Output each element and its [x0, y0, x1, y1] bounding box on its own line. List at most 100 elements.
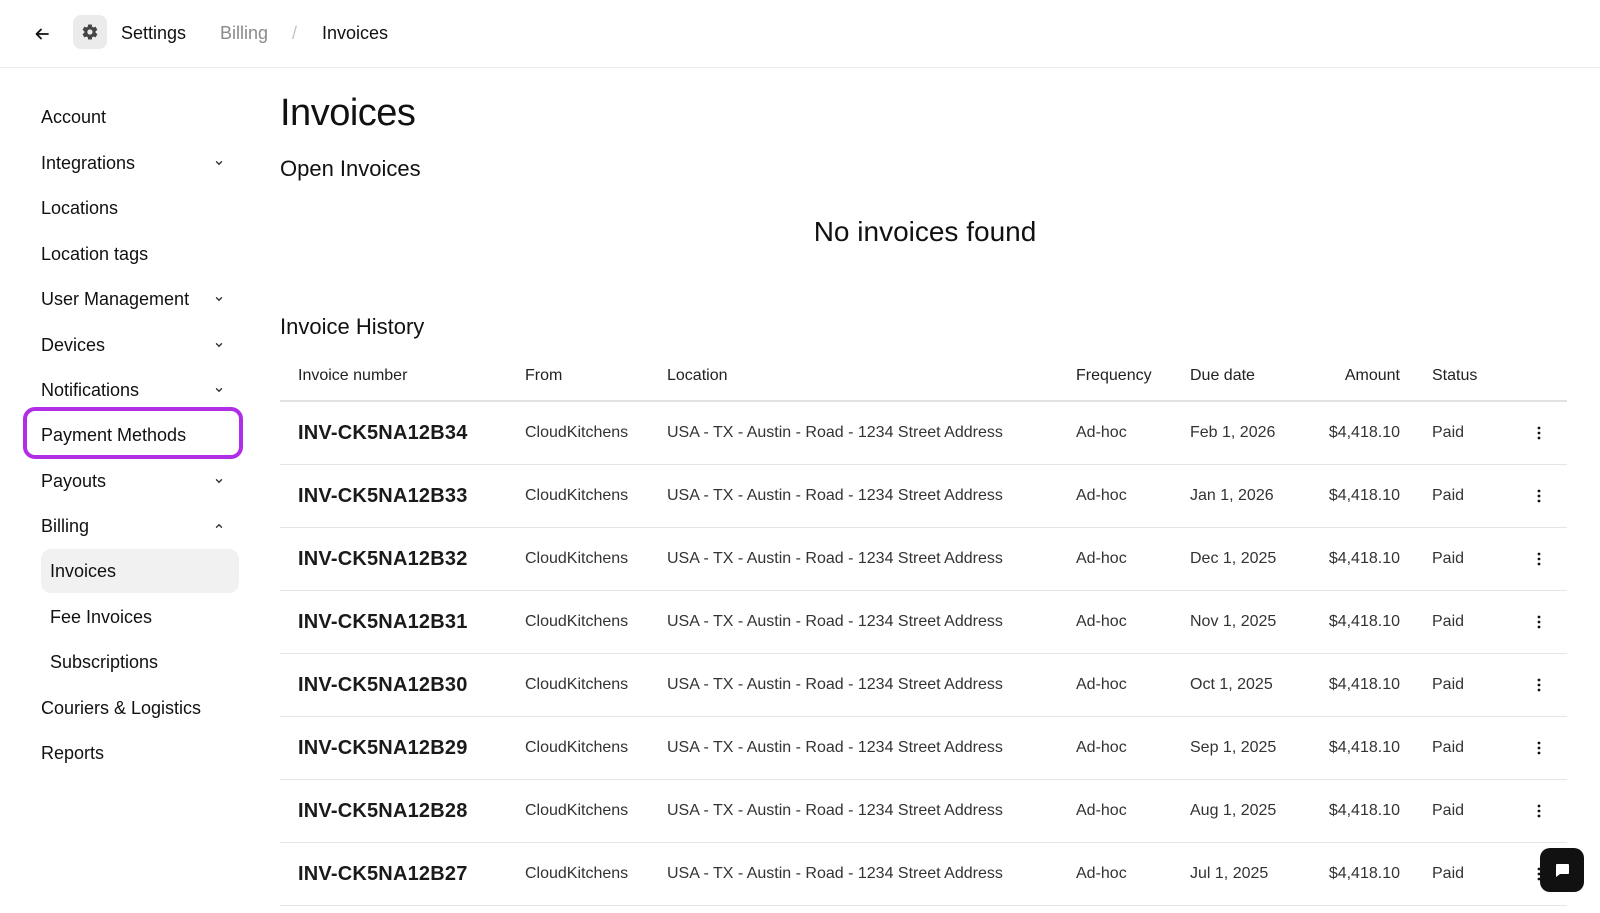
breadcrumb-settings: Settings	[121, 23, 187, 43]
open-invoices-title: Open Invoices	[280, 156, 421, 181]
chevron-up-icon	[213, 520, 225, 532]
row-menu-button[interactable]	[1527, 546, 1551, 572]
status-cell: Paid	[1432, 613, 1465, 630]
sidebar-item-user-management[interactable]: User Management	[41, 280, 239, 318]
table-row[interactable]: INV-CK5NA12B28 CloudKitchens USA - TX - Au…	[280, 780, 1567, 843]
sidebar-item-account[interactable]: Account	[41, 98, 239, 136]
amount-cell: $4,418.10	[1328, 487, 1400, 504]
location-cell: USA - TX - Austin - Road - 1234 Street A…	[667, 739, 1003, 756]
sidebar-item-label: Invoices	[50, 560, 117, 581]
sidebar-item-locations[interactable]: Locations	[41, 189, 239, 227]
arrow-left-icon	[35, 28, 49, 40]
from-cell: CloudKitchens	[525, 487, 629, 504]
breadcrumb-current: Invoices	[322, 23, 389, 43]
sidebar-item-payouts[interactable]: Payouts	[41, 462, 239, 500]
amount-cell: $4,418.10	[1328, 802, 1400, 819]
from-cell: CloudKitchens	[525, 739, 629, 756]
chevron-down-icon	[213, 384, 225, 396]
table-row[interactable]: INV-CK5NA12B32 CloudKitchens USA - TX - Au…	[280, 528, 1567, 591]
row-menu-button[interactable]	[1527, 483, 1551, 509]
more-vertical-icon	[1537, 741, 1541, 755]
row-menu-button[interactable]	[1527, 735, 1551, 761]
table-row[interactable]: INV-CK5NA12B34 CloudKitchens USA - TX - Au…	[280, 402, 1567, 465]
breadcrumb-billing-link[interactable]: Billing	[220, 21, 268, 45]
table-row[interactable]: INV-CK5NA12B29 CloudKitchens USA - TX - Au…	[280, 717, 1567, 780]
main-content: Invoices Open Invoices No invoices found…	[280, 68, 1570, 913]
open-invoices-empty-state: No invoices found	[813, 216, 1037, 247]
chat-button[interactable]	[1540, 848, 1584, 892]
table-row[interactable]: INV-CK5NA12B30 CloudKitchens USA - TX - Au…	[280, 654, 1567, 717]
row-menu-button[interactable]	[1527, 798, 1551, 824]
more-vertical-icon	[1537, 426, 1541, 440]
chevron-down-icon	[213, 293, 225, 305]
sidebar-subitem-invoices[interactable]: Invoices	[41, 549, 239, 593]
sidebar-item-label: Subscriptions	[50, 651, 159, 672]
back-button[interactable]	[28, 20, 56, 48]
frequency-cell: Ad-hoc	[1076, 550, 1127, 567]
status-cell: Paid	[1432, 550, 1465, 567]
breadcrumb-separator: /	[292, 23, 298, 43]
column-header-status: Status	[1432, 367, 1478, 384]
status-cell: Paid	[1432, 865, 1465, 882]
table-row[interactable]: INV-CK5NA12B27 CloudKitchens USA - TX - Au…	[280, 843, 1567, 906]
sidebar-item-devices[interactable]: Devices	[41, 326, 239, 364]
sidebar-item-location-tags[interactable]: Location tags	[41, 235, 239, 273]
frequency-cell: Ad-hoc	[1076, 739, 1127, 756]
table-body: INV-CK5NA12B34 CloudKitchens USA - TX - Au…	[280, 402, 1567, 906]
due-date-cell: Oct 1, 2025	[1190, 676, 1273, 693]
invoice-number: INV-CK5NA12B31	[298, 611, 468, 633]
due-date-cell: Feb 1, 2026	[1190, 424, 1276, 441]
sidebar-item-reports[interactable]: Reports	[41, 734, 239, 772]
frequency-cell: Ad-hoc	[1076, 487, 1127, 504]
chevron-down-icon	[213, 157, 225, 169]
amount-cell: $4,418.10	[1328, 424, 1400, 441]
row-menu-button[interactable]	[1527, 420, 1551, 446]
invoice-number: INV-CK5NA12B29	[298, 737, 468, 759]
row-menu-button[interactable]	[1527, 672, 1551, 698]
row-menu-button[interactable]	[1527, 609, 1551, 635]
column-header-invoice-number: Invoice number	[298, 367, 408, 384]
table-row[interactable]: INV-CK5NA12B31 CloudKitchens USA - TX - Au…	[280, 591, 1567, 654]
sidebar-item-payment-methods[interactable]: Payment Methods	[41, 416, 239, 454]
sidebar-subitem-fee-invoices[interactable]: Fee Invoices	[41, 598, 239, 636]
chevron-down-icon	[213, 475, 225, 487]
amount-cell: $4,418.10	[1328, 550, 1400, 567]
column-header-location: Location	[667, 367, 728, 384]
location-cell: USA - TX - Austin - Road - 1234 Street A…	[667, 550, 1003, 567]
location-cell: USA - TX - Austin - Road - 1234 Street A…	[667, 676, 1003, 693]
location-cell: USA - TX - Austin - Road - 1234 Street A…	[667, 802, 1003, 819]
invoice-number: INV-CK5NA12B33	[298, 485, 468, 507]
invoice-number: INV-CK5NA12B28	[298, 800, 468, 822]
more-vertical-icon	[1537, 678, 1541, 692]
location-cell: USA - TX - Austin - Road - 1234 Street A…	[667, 865, 1003, 882]
column-header-from: From	[525, 367, 563, 384]
due-date-cell: Dec 1, 2025	[1190, 550, 1277, 567]
column-header-amount: Amount	[1344, 367, 1400, 384]
invoice-history-title: Invoice History	[280, 314, 425, 339]
frequency-cell: Ad-hoc	[1076, 676, 1127, 693]
more-vertical-icon	[1537, 615, 1541, 629]
invoice-number: INV-CK5NA12B30	[298, 674, 468, 696]
from-cell: CloudKitchens	[525, 424, 629, 441]
frequency-cell: Ad-hoc	[1076, 424, 1127, 441]
sidebar-item-label: User Management	[41, 288, 190, 309]
status-cell: Paid	[1432, 676, 1465, 693]
sidebar-item-label: Fee Invoices	[50, 606, 153, 627]
invoice-history-table: Invoice number From Location Frequency D…	[280, 352, 1567, 906]
sidebar-item-billing[interactable]: Billing	[41, 507, 239, 545]
amount-cell: $4,418.10	[1328, 613, 1400, 630]
from-cell: CloudKitchens	[525, 802, 629, 819]
invoice-number: INV-CK5NA12B32	[298, 548, 468, 570]
sidebar-item-integrations[interactable]: Integrations	[41, 144, 239, 182]
more-vertical-icon	[1537, 804, 1541, 818]
sidebar-item-couriers-logistics[interactable]: Couriers & Logistics	[41, 689, 239, 727]
more-vertical-icon	[1537, 552, 1541, 566]
sidebar-subitem-subscriptions[interactable]: Subscriptions	[41, 643, 239, 681]
top-bar: Settings Billing / Invoices	[0, 0, 1600, 68]
chat-bubble-icon	[1556, 864, 1569, 877]
sidebar-item-notifications[interactable]: Notifications	[41, 371, 239, 409]
gear-icon	[82, 24, 98, 40]
amount-cell: $4,418.10	[1328, 676, 1400, 693]
table-row[interactable]: INV-CK5NA12B33 CloudKitchens USA - TX - Au…	[280, 465, 1567, 528]
frequency-cell: Ad-hoc	[1076, 613, 1127, 630]
